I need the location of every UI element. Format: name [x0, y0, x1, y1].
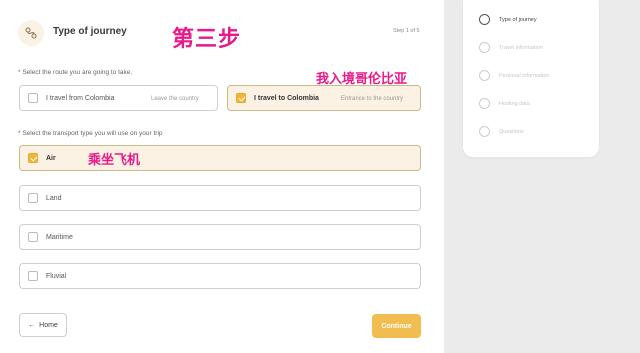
- step-label: Hosting data: [499, 100, 530, 107]
- step-indicator: Step 1 of 5: [393, 28, 420, 34]
- checkbox[interactable]: [28, 232, 38, 242]
- checkbox[interactable]: [28, 193, 38, 203]
- home-button-label: Home: [39, 321, 58, 329]
- step-personal-information: Personal information: [479, 70, 549, 81]
- step-circle-icon: [479, 70, 490, 81]
- transport-option-air[interactable]: Air: [19, 145, 421, 171]
- transport-option-fluvial[interactable]: Fluvial: [19, 263, 421, 289]
- option-label: Fluvial: [46, 273, 67, 280]
- transport-option-land[interactable]: Land: [19, 185, 421, 211]
- step-label: Type of journey: [499, 16, 537, 23]
- step-label: Questions: [499, 128, 524, 135]
- checkbox-checked[interactable]: [236, 93, 246, 103]
- form-panel: Type of journey 第三步 Step 1 of 5 * Select…: [0, 0, 444, 353]
- step-hosting-data: Hosting data: [479, 98, 530, 109]
- annotation-by-air: 乘坐飞机: [88, 153, 141, 168]
- step-travel-information: Travel information: [479, 42, 543, 53]
- page-title: Type of journey: [53, 26, 127, 37]
- arrow-left-icon: ←: [28, 321, 36, 329]
- step-label: Personal information: [499, 72, 550, 79]
- home-button[interactable]: ← Home: [19, 313, 67, 337]
- annotation-step: 第三步: [172, 27, 242, 52]
- option-sublabel: Entrance to the country: [341, 96, 404, 102]
- step-questions: Questions: [479, 126, 524, 137]
- continue-button[interactable]: Continue: [372, 314, 421, 338]
- option-label: Land: [46, 195, 62, 202]
- transport-question: * Select the transport type you will use…: [18, 130, 163, 137]
- step-circle-icon: [479, 98, 490, 109]
- progress-steps-card: Type of journey Travel information Perso…: [463, 0, 599, 157]
- step-circle-icon: [479, 42, 490, 53]
- step-label: Travel information: [499, 44, 543, 51]
- option-label: I travel from Colombia: [46, 95, 115, 102]
- route-icon: [18, 20, 44, 46]
- step-type-of-journey: Type of journey: [479, 14, 537, 25]
- step-circle-icon: [479, 14, 490, 25]
- option-label: I travel to Colombia: [254, 95, 319, 102]
- step-circle-icon: [479, 126, 490, 137]
- route-option-to-colombia[interactable]: I travel to Colombia Entrance to the cou…: [227, 85, 421, 111]
- route-option-from-colombia[interactable]: I travel from Colombia Leave the country: [19, 85, 218, 111]
- transport-option-maritime[interactable]: Maritime: [19, 224, 421, 250]
- option-label: Air: [46, 155, 56, 162]
- option-label: Maritime: [46, 234, 73, 241]
- route-question: * Select the route you are going to take…: [18, 69, 133, 76]
- option-sublabel: Leave the country: [151, 96, 199, 102]
- checkbox-checked[interactable]: [28, 153, 38, 163]
- checkbox[interactable]: [28, 271, 38, 281]
- checkbox[interactable]: [28, 93, 38, 103]
